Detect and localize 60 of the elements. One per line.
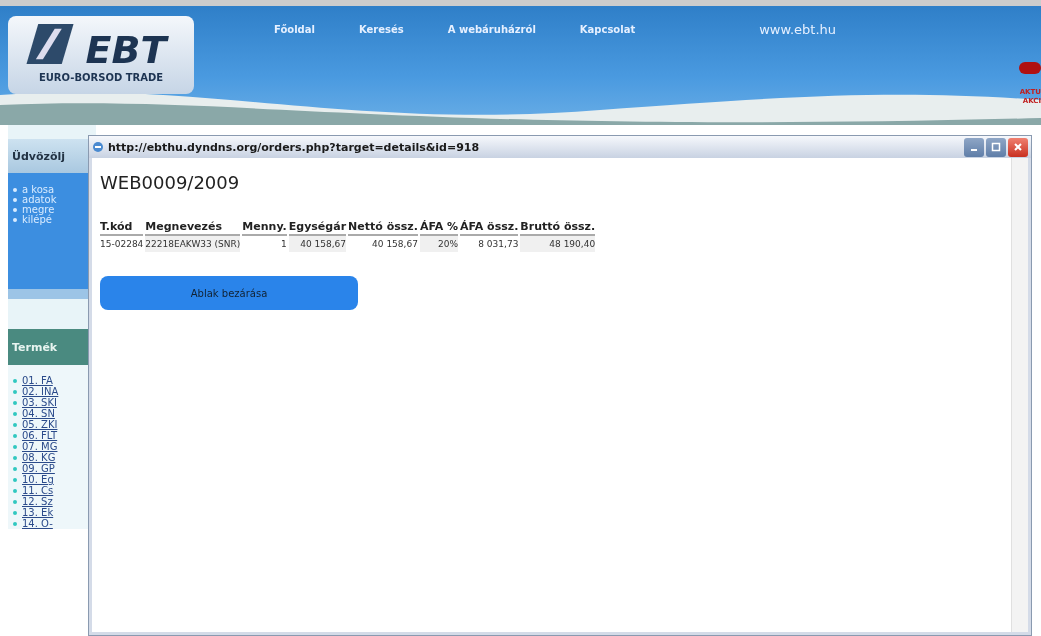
category-link[interactable]: 08. KG [22,452,56,463]
category-link[interactable]: 03. SKI [22,397,57,408]
column-header: Nettó össz. [348,219,418,236]
category-link[interactable]: 02. INA [22,386,59,397]
browser-icon [92,141,104,153]
bullet-icon [13,455,17,460]
table-cell: 48 190,40 [520,236,596,252]
table-cell-text: 1 [280,238,287,251]
table-cell-text: 40 158,67 [371,238,418,251]
bullet-icon [13,466,17,471]
logo-text: EBT [85,27,167,72]
table-cell: 22218EAKW33 (SNR) [145,236,241,252]
bullet-icon [13,477,17,482]
order-number: WEB0009/2009 [100,172,241,193]
category-link[interactable]: 12. Sz [22,496,53,507]
bullet-icon [13,444,17,449]
category-link[interactable]: 09. GP [22,463,55,474]
stripes-icon [26,24,74,64]
maximize-button[interactable] [986,137,1006,157]
window-title: http://ebthu.dyndns.org/orders.php?target=details&id=918 [108,140,481,154]
bullet-icon [13,510,17,515]
column-header: ÁFA össz. [460,219,519,236]
table-cell: 20% [419,236,458,252]
category-link[interactable]: 14. O- [22,518,53,529]
site-url: www.ebt.hu [759,22,836,37]
category-link[interactable]: 06. FLT [22,430,58,441]
bullet-icon [13,411,17,416]
bullet-icon [13,378,17,383]
column-header: T.kód [100,219,144,236]
bullet-icon [13,521,17,526]
category-link[interactable]: 13. Ek [22,507,54,518]
bullet-icon [13,198,17,202]
minimize-button[interactable] [964,137,984,157]
table-cell: 40 158,67 [288,236,347,252]
bullet-icon [13,400,17,405]
category-link[interactable]: 07. MG [22,441,58,452]
bullet-icon [13,499,17,504]
maximize-icon [991,142,1001,152]
scrollbar[interactable] [1011,158,1028,632]
category-link[interactable]: 10. Eg [22,474,54,485]
close-window-button[interactable]: Ablak bezárása [100,276,358,310]
category-link[interactable]: 04. SN [22,408,55,419]
bullet-icon [13,218,17,222]
close-button[interactable] [1008,137,1028,157]
close-icon [1013,142,1023,152]
category-link[interactable]: 05. ZKI [22,419,58,430]
category-link[interactable]: 11. Cs [22,485,54,496]
table-cell-text: 8 031,73 [477,238,519,251]
bullet-icon [13,188,17,192]
logo-subtitle: EURO-BORSOD TRADE [38,71,164,83]
table-cell-text: 15-02284 [100,238,144,251]
bullet-icon [13,488,17,493]
column-header: Menny. [242,219,287,236]
category-link[interactable]: 01. FA [22,375,53,386]
minimize-icon [971,149,977,151]
bullet-icon [13,389,17,394]
bullet-icon [13,208,17,212]
logo[interactable]: EBT EURO-BORSOD TRADE [8,16,194,94]
bullet-icon [13,433,17,438]
bullet-icon [13,422,17,427]
